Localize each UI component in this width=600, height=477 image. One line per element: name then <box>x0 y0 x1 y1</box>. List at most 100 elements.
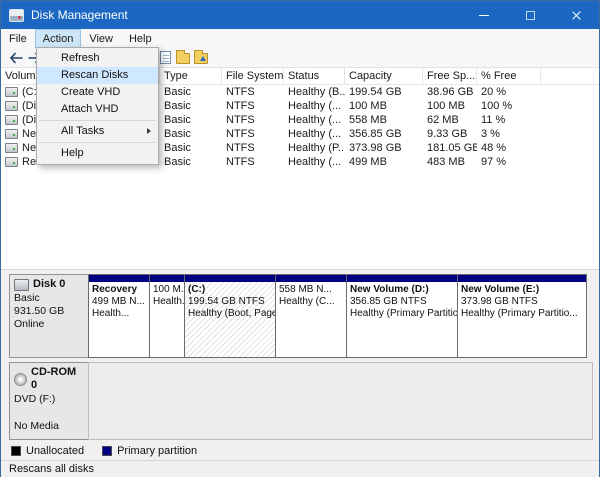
menu-separator <box>39 142 156 143</box>
partition-name: (C:) <box>188 284 272 296</box>
free-space-cell: 62 MB <box>423 114 477 126</box>
status-cell: Healthy (B... <box>284 86 345 98</box>
status-cell: Healthy (... <box>284 156 345 168</box>
disk0-header[interactable]: Disk 0 Basic 931.50 GB Online <box>9 274 89 358</box>
menu-file[interactable]: File <box>1 29 35 48</box>
menu-help[interactable]: Help <box>121 29 160 48</box>
file-system-cell: NTFS <box>222 86 284 98</box>
capacity-cell: 558 MB <box>345 114 423 126</box>
partition-block[interactable]: New Volume (E:)373.98 GB NTFSHealthy (Pr… <box>457 274 587 358</box>
free-space-cell: 9.33 GB <box>423 128 477 140</box>
free-space-cell: 483 MB <box>423 156 477 168</box>
back-icon <box>9 52 24 64</box>
partition-block[interactable]: 558 MB N...Healthy (C... <box>275 274 347 358</box>
menu-action[interactable]: Action <box>35 29 82 48</box>
partition-status: Health... <box>153 296 181 308</box>
cdrom-type: DVD (F:) <box>14 393 84 406</box>
column-pct-free[interactable]: % Free <box>477 68 541 84</box>
partition-size: 499 MB N... <box>92 296 146 308</box>
type-cell: Basic <box>160 100 222 112</box>
partition-status: Healthy (Primary Partitio... <box>350 308 454 320</box>
column-free-space[interactable]: Free Sp... <box>423 68 477 84</box>
back-button[interactable] <box>7 49 25 67</box>
partition-block[interactable]: (C:)199.54 GB NTFSHealthy (Boot, Page Fi… <box>184 274 276 358</box>
partition-name: New Volume (E:) <box>461 284 583 296</box>
column-status[interactable]: Status <box>284 68 345 84</box>
legend: Unallocated Primary partition <box>1 442 599 460</box>
menu-item-all-tasks[interactable]: All Tasks <box>37 123 158 140</box>
menu-item-label: All Tasks <box>61 125 104 137</box>
partition-status: Health... <box>92 308 146 320</box>
menu-item-help[interactable]: Help <box>37 145 158 162</box>
disk-size: 931.50 GB <box>14 305 84 318</box>
capacity-cell: 373.98 GB <box>345 142 423 154</box>
legend-label: Primary partition <box>117 445 197 457</box>
hard-disk-icon <box>14 279 29 291</box>
partition-type-stripe <box>150 275 184 282</box>
partition-status: Healthy (Boot, Page Fil... <box>188 308 272 320</box>
status-bar: Rescans all disks <box>1 460 599 477</box>
status-cell: Healthy (... <box>284 114 345 126</box>
pct-free-cell: 11 % <box>477 114 541 126</box>
title-bar: Disk Management <box>1 1 599 29</box>
status-cell: Healthy (... <box>284 128 345 140</box>
disk-name: Disk 0 <box>33 278 65 291</box>
pct-free-cell: 20 % <box>477 86 541 98</box>
partition-size: 558 MB N... <box>279 284 343 296</box>
folder-up-button[interactable] <box>192 49 210 67</box>
cdrom-media-area[interactable] <box>88 362 593 440</box>
menu-view[interactable]: View <box>81 29 121 48</box>
capacity-cell: 100 MB <box>345 100 423 112</box>
close-button[interactable] <box>553 1 599 29</box>
drive-icon <box>5 157 18 167</box>
partition-size: 100 M... <box>153 284 181 296</box>
menu-item-refresh[interactable]: Refresh <box>37 50 158 67</box>
menu-separator <box>39 120 156 121</box>
menu-item-attach-vhd[interactable]: Attach VHD <box>37 101 158 118</box>
folder-icon <box>176 53 190 64</box>
status-cell: Healthy (P... <box>284 142 345 154</box>
capacity-cell: 499 MB <box>345 156 423 168</box>
window-controls <box>461 1 599 29</box>
pct-free-cell: 3 % <box>477 128 541 140</box>
column-type[interactable]: Type <box>160 68 222 84</box>
column-file-system[interactable]: File System <box>222 68 284 84</box>
maximize-button[interactable] <box>507 1 553 29</box>
free-space-cell: 181.05 GB <box>423 142 477 154</box>
pct-free-cell: 97 % <box>477 156 541 168</box>
column-filler <box>541 68 599 84</box>
legend-label: Unallocated <box>26 445 84 457</box>
partition-type-stripe <box>185 275 275 282</box>
file-system-cell: NTFS <box>222 100 284 112</box>
unallocated-swatch <box>11 446 21 456</box>
capacity-cell: 199.54 GB <box>345 86 423 98</box>
folder-button[interactable] <box>174 49 192 67</box>
drive-icon <box>5 129 18 139</box>
partition-type-stripe <box>89 275 149 282</box>
partition-type-stripe <box>458 275 586 282</box>
partition-name: Recovery <box>92 284 146 296</box>
partition-status: Healthy (Primary Partitio... <box>461 308 583 320</box>
type-cell: Basic <box>160 128 222 140</box>
free-space-cell: 38.96 GB <box>423 86 477 98</box>
partition-status: Healthy (C... <box>279 296 343 308</box>
partition-block[interactable]: 100 M...Health... <box>149 274 185 358</box>
partition-size: 199.54 GB NTFS <box>188 296 272 308</box>
drive-icon <box>5 101 18 111</box>
partition-block[interactable]: Recovery499 MB N...Health... <box>88 274 150 358</box>
menu-item-rescan-disks[interactable]: Rescan Disks <box>37 67 158 84</box>
drive-icon <box>5 115 18 125</box>
drive-icon <box>5 87 18 97</box>
column-capacity[interactable]: Capacity <box>345 68 423 84</box>
cd-rom-icon <box>14 373 27 386</box>
partition-block[interactable]: New Volume (D:)356.85 GB NTFSHealthy (Pr… <box>346 274 458 358</box>
cdrom-header[interactable]: CD-ROM 0 DVD (F:) No Media <box>9 362 89 440</box>
menu-item-create-vhd[interactable]: Create VHD <box>37 84 158 101</box>
status-cell: Healthy (... <box>284 100 345 112</box>
disk0-panel: Disk 0 Basic 931.50 GB Online Recovery49… <box>9 274 593 358</box>
partition-name: New Volume (D:) <box>350 284 454 296</box>
type-cell: Basic <box>160 86 222 98</box>
primary-partition-swatch <box>102 446 112 456</box>
minimize-button[interactable] <box>461 1 507 29</box>
partition-size: 373.98 GB NTFS <box>461 296 583 308</box>
